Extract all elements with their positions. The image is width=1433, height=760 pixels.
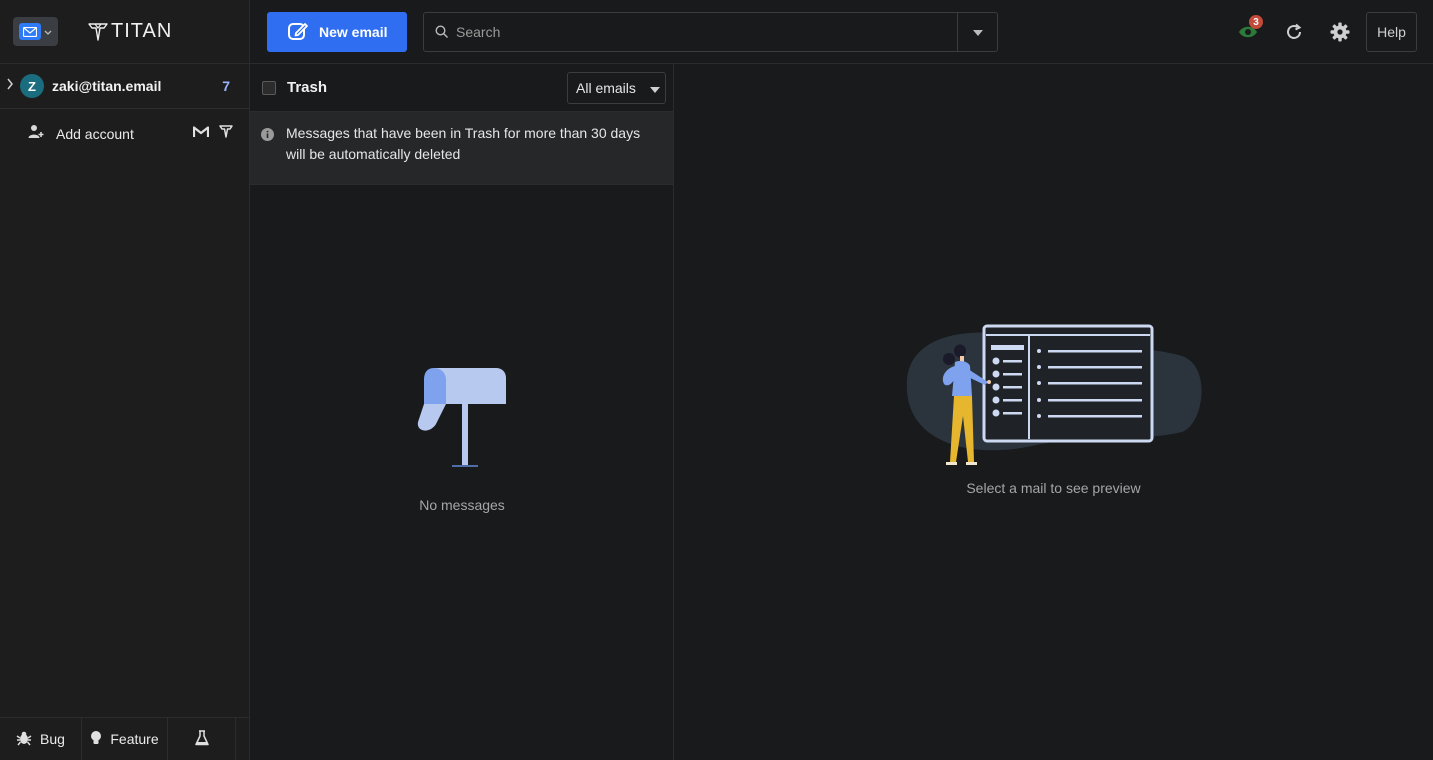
email-filter-dropdown[interactable]: All emails	[567, 71, 666, 104]
titan-icon[interactable]	[219, 125, 233, 143]
labs-button[interactable]	[168, 718, 236, 760]
provider-icons	[192, 125, 233, 143]
chevron-down-icon	[44, 23, 52, 41]
app-switcher[interactable]	[13, 17, 58, 46]
filter-value: All emails	[576, 79, 636, 96]
trash-info-banner: Messages that have been in Trash for mor…	[250, 112, 673, 185]
feature-request-button[interactable]: Feature	[82, 718, 168, 760]
select-all-checkbox[interactable]	[262, 80, 276, 95]
search-options-button[interactable]	[957, 13, 997, 51]
info-icon	[261, 128, 274, 184]
titan-mail-app: TITAN Z zaki@titan.email 7 Add account B…	[0, 0, 1433, 760]
lightbulb-icon	[90, 730, 102, 749]
help-button[interactable]: Help	[1366, 12, 1417, 52]
folder-title: Trash	[287, 79, 328, 96]
preview-empty-label: Select a mail to see preview	[966, 480, 1141, 496]
gear-icon	[1330, 22, 1350, 42]
refresh-button[interactable]	[1282, 20, 1306, 44]
unread-count: 7	[222, 78, 230, 94]
report-bug-button[interactable]: Bug	[0, 718, 82, 760]
refresh-icon	[1287, 23, 1302, 39]
sidebar-footer: Bug Feature	[0, 717, 249, 760]
message-list-pane: Trash All emails Messages that have been…	[250, 64, 674, 760]
preview-illustration	[906, 324, 1202, 465]
account-item[interactable]: Z zaki@titan.email 7	[0, 64, 249, 109]
avatar: Z	[20, 74, 44, 98]
settings-button[interactable]	[1328, 20, 1352, 44]
flask-icon	[194, 729, 209, 749]
chevron-right-icon[interactable]	[6, 77, 14, 95]
preview-pane: Select a mail to see preview	[674, 64, 1433, 760]
empty-list-state: No messages	[250, 364, 674, 513]
logo-text: TITAN	[111, 20, 173, 42]
top-toolbar: New email 3	[250, 0, 1433, 64]
search-bar	[423, 12, 998, 52]
trash-info-text: Messages that have been in Trash for mor…	[286, 125, 641, 162]
sidebar: TITAN Z zaki@titan.email 7 Add account B…	[0, 0, 250, 760]
new-email-label: New email	[319, 24, 388, 40]
search-icon	[428, 25, 456, 39]
compose-icon	[287, 20, 309, 45]
mail-app-icon	[19, 23, 41, 40]
read-receipts-button[interactable]: 3	[1236, 15, 1263, 44]
add-user-icon	[28, 124, 44, 144]
list-header: Trash All emails	[250, 64, 673, 112]
account-email: zaki@titan.email	[52, 78, 162, 94]
no-messages-label: No messages	[419, 497, 505, 513]
bug-label: Bug	[40, 731, 65, 747]
new-email-button[interactable]: New email	[267, 12, 407, 52]
search-input[interactable]	[456, 13, 957, 51]
mailbox-illustration	[417, 368, 506, 467]
caret-down-icon	[972, 23, 983, 41]
add-account-label: Add account	[56, 126, 134, 142]
caret-down-icon	[649, 80, 660, 96]
feature-label: Feature	[110, 731, 159, 747]
add-account-button[interactable]: Add account	[0, 109, 249, 159]
bug-icon	[16, 730, 32, 749]
gmail-icon[interactable]	[192, 125, 210, 143]
titan-logo-icon	[88, 22, 108, 41]
notification-badge: 3	[1249, 15, 1263, 29]
sidebar-header: TITAN	[0, 0, 249, 64]
titan-logo: TITAN	[88, 20, 172, 43]
